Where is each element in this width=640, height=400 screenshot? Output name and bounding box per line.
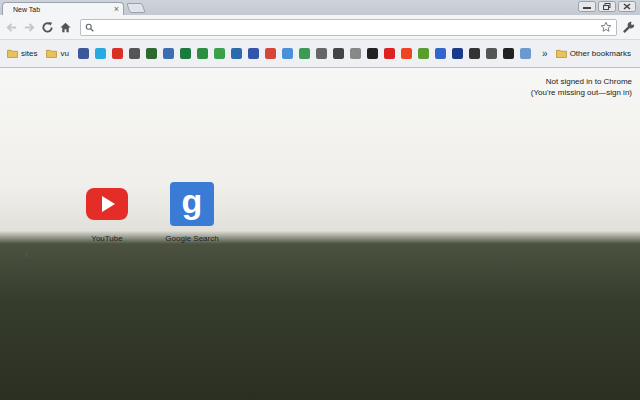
bookmarks-overflow-button[interactable]: » <box>534 48 556 59</box>
tab-strip: New Tab× <box>0 0 640 15</box>
bookmark-favicon-icon[interactable] <box>214 48 225 59</box>
omnibox[interactable] <box>80 19 617 36</box>
bookmark-favicon-icon[interactable] <box>486 48 497 59</box>
bookmark-favicon-icon[interactable] <box>367 48 378 59</box>
bookmarks-bar: sitesvu »Other bookmarks <box>0 39 640 68</box>
bookmark-favicon-icon[interactable] <box>282 48 293 59</box>
bookmark-favicon-icon[interactable] <box>180 48 191 59</box>
app-label: Google Search <box>165 234 218 243</box>
bookmark-folder[interactable]: vu <box>46 49 71 58</box>
folder-icon <box>556 49 567 58</box>
close-window-icon[interactable] <box>618 1 636 12</box>
bookmark-favicon-icon[interactable] <box>197 48 208 59</box>
bookmark-favicon-icon[interactable] <box>469 48 480 59</box>
search-icon <box>85 23 94 32</box>
bookmark-favicon-icon[interactable] <box>384 48 395 59</box>
bookmark-favicon-icon[interactable] <box>520 48 531 59</box>
bookmark-favicon-icon[interactable] <box>401 48 412 59</box>
youtube-icon <box>85 182 129 226</box>
other-bookmarks-folder[interactable]: Other bookmarks <box>556 49 634 58</box>
forward-arrow-icon[interactable] <box>23 21 36 34</box>
back-arrow-icon[interactable] <box>5 21 18 34</box>
bookmark-favicon-icon[interactable] <box>418 48 429 59</box>
bookmark-favicon-icon[interactable] <box>316 48 327 59</box>
toolbar <box>0 15 640 39</box>
bookmark-favicon-icon[interactable] <box>163 48 174 59</box>
sign-in-link[interactable]: (You're missing out—sign in) <box>531 87 632 98</box>
bookmark-favicon-icon[interactable] <box>146 48 157 59</box>
browser-window: New Tab× sitesvu »Other bookmarks Not signe… <box>0 0 640 400</box>
folder-icon <box>7 49 18 58</box>
bookmark-favicon-icon[interactable] <box>452 48 463 59</box>
apps-area: ‹ YouTube g Google Search <box>0 98 640 260</box>
minimize-icon[interactable] <box>578 1 596 12</box>
star-icon[interactable] <box>600 21 612 33</box>
sign-in-notice: Not signed in to Chrome(You're missing o… <box>0 68 640 98</box>
bookmark-favicon-icon[interactable] <box>112 48 123 59</box>
bookmark-favicon-icon[interactable] <box>350 48 361 59</box>
folder-icon <box>46 49 57 58</box>
app-tile[interactable]: YouTube <box>77 182 137 243</box>
window-controls <box>578 0 640 12</box>
wrench-icon[interactable] <box>622 21 635 34</box>
bookmark-favicon-icon[interactable] <box>78 48 89 59</box>
bookmark-favicon-icon[interactable] <box>435 48 446 59</box>
bookmark-favicon-icon[interactable] <box>95 48 106 59</box>
previous-page-button[interactable]: ‹ <box>24 246 34 260</box>
bookmark-favicon-icon[interactable] <box>503 48 514 59</box>
bookmark-favicon-icon[interactable] <box>248 48 259 59</box>
bookmark-favicon-icon[interactable] <box>299 48 310 59</box>
browser-tab[interactable]: New Tab× <box>2 2 124 15</box>
bookmark-favicon-icon[interactable] <box>265 48 276 59</box>
bookmark-favicon-icon[interactable] <box>333 48 344 59</box>
tab-close-button[interactable]: × <box>114 5 119 14</box>
tab-title: New Tab <box>13 6 114 13</box>
new-tab-page: Not signed in to Chrome(You're missing o… <box>0 68 640 400</box>
bookmark-favicon-icon[interactable] <box>231 48 242 59</box>
new-tab-button[interactable] <box>126 3 146 13</box>
sign-in-status: Not signed in to Chrome <box>546 76 632 87</box>
google-search-icon: g <box>170 182 214 226</box>
restore-icon[interactable] <box>598 1 616 12</box>
reload-icon[interactable] <box>41 21 54 34</box>
app-label: YouTube <box>91 234 122 243</box>
app-tile[interactable]: g Google Search <box>162 182 222 243</box>
bookmark-folder[interactable]: sites <box>7 49 40 58</box>
home-icon[interactable] <box>59 21 72 34</box>
bookmark-favicon-icon[interactable] <box>129 48 140 59</box>
